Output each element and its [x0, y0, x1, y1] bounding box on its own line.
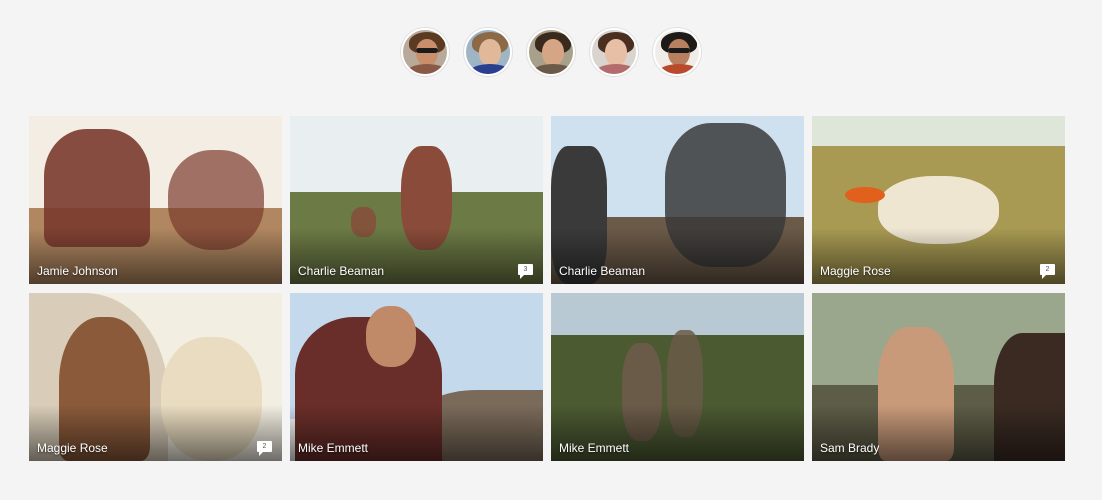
photo-owner-name: Maggie Rose	[37, 441, 108, 455]
photo-card[interactable]: Charlie Beaman 3	[290, 116, 543, 284]
photo-card[interactable]: Mike Emmett	[290, 293, 543, 461]
avatar-shoulders	[657, 64, 699, 74]
comment-count-badge[interactable]: 3	[518, 264, 533, 279]
photo-owner-name: Mike Emmett	[298, 441, 369, 455]
photo-subject	[365, 306, 417, 367]
photo-card[interactable]: Mike Emmett	[551, 293, 804, 461]
photo-owner-name: Jamie Johnson	[37, 264, 118, 278]
photo-card[interactable]: Maggie Rose 2	[812, 116, 1065, 284]
sunglasses-icon	[416, 48, 438, 53]
avatar[interactable]	[527, 28, 575, 76]
photo-card[interactable]: Charlie Beaman	[551, 116, 804, 284]
comment-count-badge[interactable]: 2	[1040, 264, 1055, 279]
sunglasses-icon	[668, 48, 690, 53]
photo-card[interactable]: Jamie Johnson	[29, 116, 282, 284]
avatar[interactable]	[401, 28, 449, 76]
people-filter-row	[401, 28, 701, 76]
photo-card[interactable]: Maggie Rose 2	[29, 293, 282, 461]
photo-owner-name: Mike Emmett	[559, 441, 630, 455]
photo-owner-name: Sam Brady	[820, 441, 880, 455]
photo-card[interactable]: Sam Brady	[812, 293, 1065, 461]
photo-owner-name: Charlie Beaman	[559, 264, 646, 278]
photo-owner-name: Maggie Rose	[820, 264, 891, 278]
avatar-shoulders	[594, 64, 636, 74]
avatar[interactable]	[464, 28, 512, 76]
comment-count-badge[interactable]: 2	[257, 441, 272, 456]
avatar-shoulders	[405, 64, 447, 74]
avatar[interactable]	[590, 28, 638, 76]
avatar[interactable]	[653, 28, 701, 76]
avatar-face	[542, 39, 564, 66]
avatar-shoulders	[468, 64, 510, 74]
photo-owner-name: Charlie Beaman	[298, 264, 385, 278]
photo-grid: Jamie Johnson Charlie Beaman 3 Charlie B…	[29, 116, 1065, 461]
avatar-face	[605, 39, 627, 66]
avatar-face	[479, 39, 501, 66]
avatar-shoulders	[531, 64, 573, 74]
